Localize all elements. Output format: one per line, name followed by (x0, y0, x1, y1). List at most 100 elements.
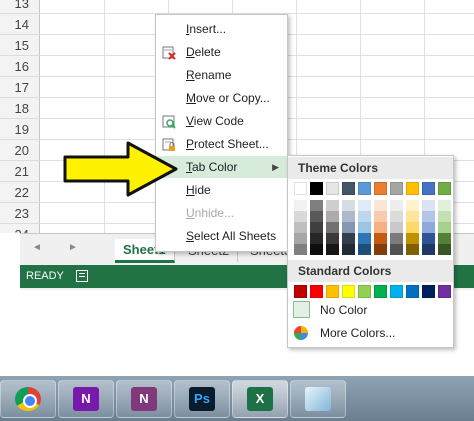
theme-shade-swatch[interactable] (358, 244, 371, 255)
taskbar-photoshop-button[interactable]: Ps (174, 380, 230, 418)
theme-shade-swatch[interactable] (422, 233, 435, 244)
tab-scroll-left-icon[interactable]: ◄ (32, 242, 42, 253)
theme-color-swatch[interactable] (342, 182, 355, 195)
theme-shade-swatch[interactable] (422, 211, 435, 222)
theme-shade-swatch[interactable] (390, 211, 403, 222)
theme-shade-swatch[interactable] (294, 200, 307, 211)
theme-shade-swatch[interactable] (406, 244, 419, 255)
theme-shade-swatch[interactable] (294, 244, 307, 255)
theme-shade-swatch[interactable] (438, 211, 451, 222)
row-header[interactable]: 14 (0, 14, 40, 35)
theme-shade-swatch[interactable] (294, 233, 307, 244)
theme-shade-swatch[interactable] (294, 222, 307, 233)
menu-item-select-all-sheets[interactable]: Select All Sheets (156, 225, 287, 247)
theme-shade-swatch[interactable] (390, 244, 403, 255)
theme-color-swatch[interactable] (374, 182, 387, 195)
taskbar-onenote-button[interactable]: N (116, 380, 172, 418)
theme-shade-swatch[interactable] (326, 200, 339, 211)
standard-color-swatch[interactable] (294, 285, 307, 298)
taskbar-excel-button[interactable]: X (232, 380, 288, 418)
theme-color-swatch[interactable] (438, 182, 451, 195)
theme-shade-swatch[interactable] (310, 200, 323, 211)
standard-color-swatch[interactable] (310, 285, 323, 298)
theme-shade-swatch[interactable] (310, 222, 323, 233)
taskbar-onenote-tool-button[interactable]: N (58, 380, 114, 418)
row-header[interactable]: 22 (0, 182, 40, 203)
theme-shade-swatch[interactable] (342, 244, 355, 255)
row-header[interactable]: 20 (0, 140, 40, 161)
theme-shade-swatch[interactable] (438, 244, 451, 255)
theme-shade-swatch[interactable] (406, 222, 419, 233)
theme-shade-swatch[interactable] (358, 211, 371, 222)
row-header[interactable]: 19 (0, 119, 40, 140)
theme-shade-swatch[interactable] (342, 222, 355, 233)
taskbar-notepad-button[interactable] (290, 380, 346, 418)
theme-shade-swatch[interactable] (310, 233, 323, 244)
theme-shade-swatch[interactable] (326, 222, 339, 233)
theme-shade-swatch[interactable] (406, 233, 419, 244)
theme-shade-swatch[interactable] (438, 200, 451, 211)
row-header[interactable]: 13 (0, 0, 40, 14)
theme-shade-swatch[interactable] (438, 233, 451, 244)
theme-shade-swatch[interactable] (390, 222, 403, 233)
theme-shade-swatch[interactable] (342, 211, 355, 222)
theme-color-swatch[interactable] (406, 182, 419, 195)
theme-shade-swatch[interactable] (326, 244, 339, 255)
theme-color-swatch[interactable] (326, 182, 339, 195)
theme-shade-swatch[interactable] (342, 233, 355, 244)
standard-color-swatch[interactable] (390, 285, 403, 298)
menu-item-insert[interactable]: Insert... (156, 18, 287, 40)
menu-item-rename[interactable]: Rename (156, 64, 287, 86)
standard-color-swatch[interactable] (406, 285, 419, 298)
row-header[interactable]: 23 (0, 203, 40, 224)
theme-shade-swatch[interactable] (358, 200, 371, 211)
theme-shade-swatch[interactable] (358, 233, 371, 244)
theme-shade-swatch[interactable] (438, 222, 451, 233)
standard-color-swatch[interactable] (422, 285, 435, 298)
tab-scroll-right-icon[interactable]: ► (68, 242, 78, 253)
theme-shade-swatch[interactable] (342, 200, 355, 211)
theme-color-swatch[interactable] (294, 182, 307, 195)
row-cells[interactable] (40, 0, 474, 14)
theme-shade-swatch[interactable] (374, 200, 387, 211)
theme-shade-swatch[interactable] (326, 233, 339, 244)
macro-record-icon[interactable] (76, 270, 88, 282)
row-header[interactable]: 18 (0, 98, 40, 119)
theme-shade-swatch[interactable] (374, 244, 387, 255)
theme-shade-swatch[interactable] (406, 200, 419, 211)
row-header[interactable]: 17 (0, 77, 40, 98)
theme-shade-swatch[interactable] (374, 211, 387, 222)
standard-color-swatch[interactable] (326, 285, 339, 298)
theme-shade-swatch[interactable] (358, 222, 371, 233)
standard-color-swatch[interactable] (438, 285, 451, 298)
row-header[interactable]: 21 (0, 161, 40, 182)
theme-color-swatch[interactable] (422, 182, 435, 195)
theme-shade-swatch[interactable] (422, 222, 435, 233)
menu-item-move-or-copy[interactable]: Move or Copy... (156, 87, 287, 109)
menu-item-delete[interactable]: Delete (156, 41, 287, 63)
theme-color-swatch[interactable] (358, 182, 371, 195)
theme-shade-swatch[interactable] (310, 244, 323, 255)
row-header[interactable]: 16 (0, 56, 40, 77)
theme-shade-swatch[interactable] (390, 233, 403, 244)
theme-shade-swatch[interactable] (422, 244, 435, 255)
taskbar-chrome-button[interactable] (0, 380, 56, 418)
theme-shade-swatch[interactable] (310, 211, 323, 222)
theme-shade-swatch[interactable] (374, 233, 387, 244)
menu-item-view-code[interactable]: View Code (156, 110, 287, 132)
more-colors-item[interactable]: More Colors... (288, 322, 453, 344)
standard-color-swatch[interactable] (342, 285, 355, 298)
theme-shade-swatch[interactable] (406, 211, 419, 222)
standard-color-swatch[interactable] (358, 285, 371, 298)
theme-color-swatch[interactable] (310, 182, 323, 195)
standard-color-swatch[interactable] (374, 285, 387, 298)
theme-shade-swatch[interactable] (422, 200, 435, 211)
theme-shade-swatch[interactable] (294, 211, 307, 222)
theme-color-swatch[interactable] (390, 182, 403, 195)
theme-shade-swatch[interactable] (374, 222, 387, 233)
theme-shade-swatch[interactable] (326, 211, 339, 222)
menu-accelerator: H (186, 183, 195, 197)
theme-shade-swatch[interactable] (390, 200, 403, 211)
row-header[interactable]: 15 (0, 35, 40, 56)
no-color-item[interactable]: No Color (288, 299, 453, 321)
